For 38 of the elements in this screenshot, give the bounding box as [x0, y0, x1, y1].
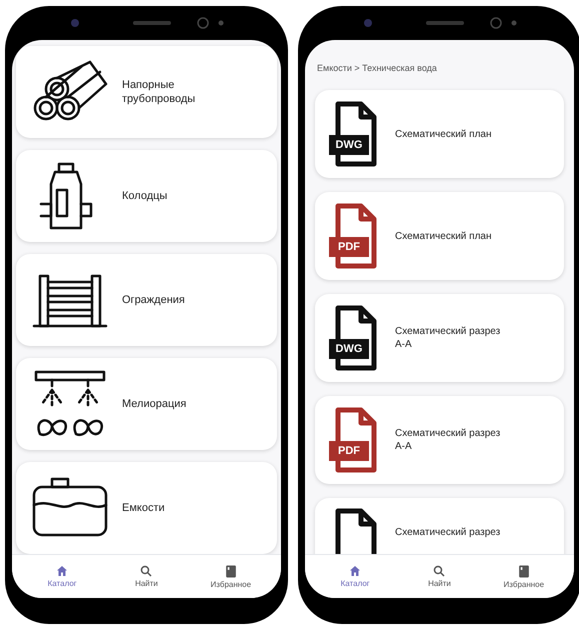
tank-icon	[30, 477, 110, 539]
catalog-card[interactable]: Колодцы	[16, 150, 277, 242]
file-card[interactable]: DWG Схематический план	[315, 90, 564, 178]
file-format-badge: PDF	[329, 441, 369, 461]
nav-tab[interactable]: Каталог	[320, 565, 390, 588]
file-card[interactable]: DWG Схематический разрез А-А	[315, 294, 564, 382]
catalog-card[interactable]: Ограждения	[16, 254, 277, 346]
nav-tab[interactable]: Найти	[404, 565, 474, 588]
catalog-card[interactable]: Мелиорация	[16, 358, 277, 450]
catalog-label: Напорные трубопроводы	[122, 78, 196, 106]
catalog-label: Колодцы	[122, 189, 168, 203]
catalog-card[interactable]: Емкости	[16, 462, 277, 554]
bookmark-icon	[224, 564, 237, 578]
search-icon	[140, 565, 152, 577]
nav-tab[interactable]: Найти	[111, 565, 182, 588]
file-card[interactable]: PDF Схематический план	[315, 192, 564, 280]
nav-tab[interactable]: Каталог	[27, 565, 98, 588]
catalog-card[interactable]: Напорные трубопроводы	[16, 46, 277, 138]
file-format-badge: DWG	[329, 135, 369, 155]
home-icon	[56, 565, 68, 577]
file-format-badge: DWG	[329, 339, 369, 359]
nav-tab[interactable]: Избранное	[488, 564, 559, 588]
catalog-label: Емкости	[122, 501, 166, 515]
home-icon	[349, 565, 362, 577]
file-label: Схематический разрез	[395, 526, 502, 539]
file-label: Схематический план	[395, 230, 492, 242]
nav-tab[interactable]: Избранное	[196, 564, 266, 588]
file-card[interactable]: PDF Схематический разрез А-А	[315, 396, 564, 484]
file-label: Схематический разрез А-А	[395, 325, 502, 351]
catalog-label: Мелиорация	[122, 397, 188, 411]
search-icon	[433, 565, 446, 577]
file-format-badge: PDF	[329, 237, 369, 257]
catalog-label: Ограждения	[122, 293, 186, 307]
bookmark-icon	[518, 564, 530, 578]
file-label: Схематический план	[395, 128, 492, 140]
file-label: Схематический разрез А-А	[395, 427, 502, 453]
breadcrumb: Емкости > Техническая вода	[316, 62, 438, 74]
file-card[interactable]: Схематический разрез	[315, 498, 564, 554]
